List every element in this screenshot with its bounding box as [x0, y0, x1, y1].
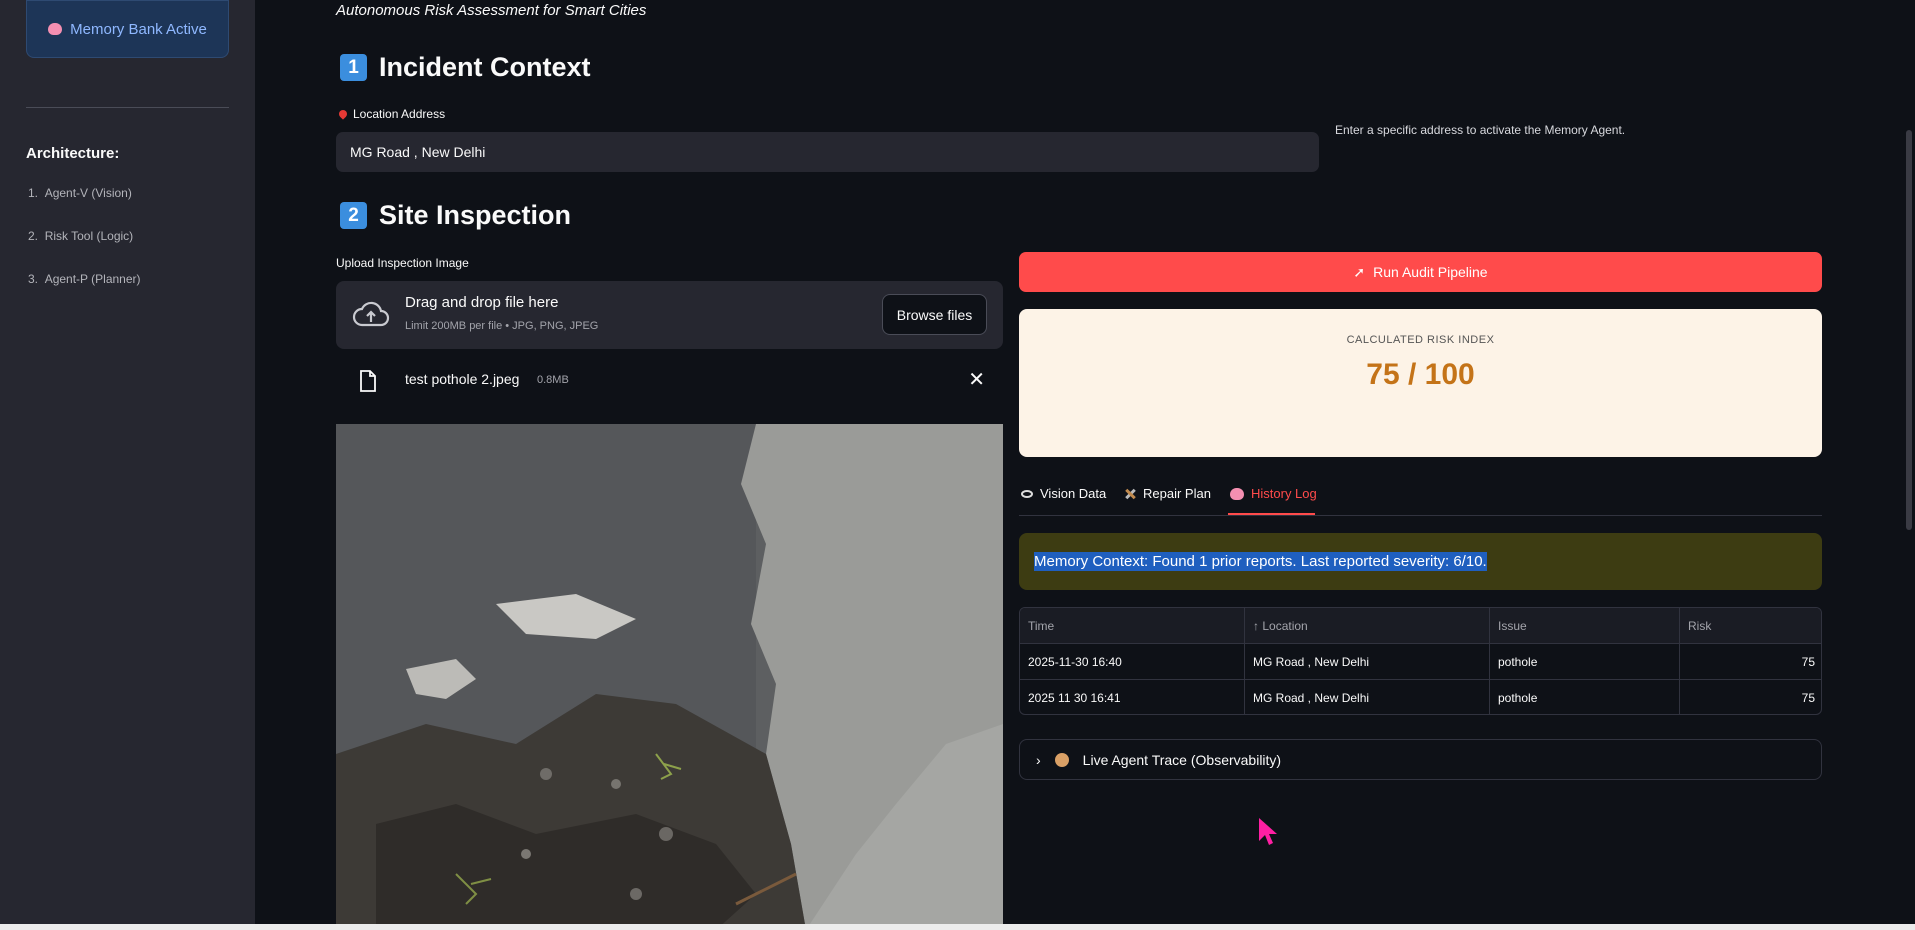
- tab-history-log[interactable]: History Log: [1230, 486, 1317, 501]
- memory-bank-badge: Memory Bank Active: [26, 0, 229, 58]
- table-header-row: Time ↑ Location Issue Risk: [1020, 608, 1821, 644]
- site-inspection-heading: 2 Site Inspection: [340, 200, 571, 231]
- mouse-cursor-icon: [1259, 818, 1277, 845]
- active-tab-indicator: [1228, 513, 1315, 515]
- live-agent-trace-label: Live Agent Trace (Observability): [1082, 751, 1282, 768]
- memory-bank-label: Memory Bank Active: [70, 20, 207, 38]
- table-cell: 2025-11-30 16:40: [1020, 644, 1245, 680]
- result-tabs: Vision Data Repair Plan History Log: [1019, 480, 1822, 516]
- location-label: Location Address: [337, 107, 445, 121]
- file-icon: [360, 370, 376, 392]
- location-help-text: Enter a specific address to activate the…: [1335, 123, 1626, 137]
- sidebar-divider: [26, 107, 229, 108]
- architecture-item: 2. Risk Tool (Logic): [28, 229, 134, 243]
- column-header-location[interactable]: ↑ Location: [1245, 608, 1490, 644]
- architecture-item: 3. Agent-P (Planner): [28, 272, 141, 286]
- table-row: 2025-11-30 16:40 MG Road , New Delhi pot…: [1020, 644, 1821, 680]
- pothole-inspection-image: [336, 424, 1003, 930]
- incident-context-title: Incident Context: [379, 52, 591, 82]
- memory-context-text: Memory Context: Found 1 prior reports. L…: [1034, 552, 1487, 571]
- brain-icon: [1230, 487, 1244, 500]
- column-header-time[interactable]: Time: [1020, 608, 1245, 644]
- sidebar: Memory Bank Active Architecture: 1. Agen…: [0, 0, 255, 930]
- eye-icon: [1021, 489, 1033, 498]
- risk-index-value: 75 / 100: [1366, 358, 1475, 391]
- uploaded-file-row: test pothole 2.jpeg 0.8MB ✕: [336, 363, 1003, 399]
- uploaded-file-name: test pothole 2.jpeg: [405, 371, 520, 387]
- tools-icon: [1124, 488, 1136, 500]
- site-inspection-title: Site Inspection: [379, 200, 572, 230]
- table-cell: 75: [1801, 691, 1815, 705]
- risk-index-card: CALCULATED RISK INDEX 75 / 100: [1019, 309, 1822, 457]
- table-cell: pothole: [1490, 644, 1680, 680]
- rocket-icon: ➚: [1353, 263, 1366, 280]
- tab-repair-plan[interactable]: Repair Plan: [1124, 486, 1211, 501]
- uploaded-file-size: 0.8MB: [537, 374, 569, 386]
- architecture-item: 1. Agent-V (Vision): [28, 186, 132, 200]
- upload-label: Upload Inspection Image: [336, 256, 469, 270]
- browse-files-button[interactable]: Browse files: [882, 294, 987, 335]
- table-cell: 75: [1801, 655, 1815, 669]
- table-cell: pothole: [1490, 680, 1680, 714]
- keycap-one-icon: 1: [340, 54, 367, 81]
- detective-icon: [1054, 752, 1069, 767]
- cloud-upload-icon: [352, 301, 390, 327]
- brain-icon: [48, 23, 63, 35]
- run-audit-pipeline-button[interactable]: ➚ Run Audit Pipeline: [1019, 252, 1822, 292]
- pin-icon: [337, 108, 349, 120]
- location-address-input[interactable]: [336, 132, 1319, 172]
- live-agent-trace-expander[interactable]: › Live Agent Trace (Observability): [1019, 739, 1822, 780]
- file-dropzone[interactable]: Drag and drop file here Limit 200MB per …: [336, 281, 1003, 349]
- dropzone-limit-text: Limit 200MB per file • JPG, PNG, JPEG: [405, 320, 599, 332]
- bottom-edge: [0, 924, 1915, 930]
- keycap-two-icon: 2: [340, 202, 367, 229]
- column-header-risk[interactable]: Risk: [1680, 608, 1821, 644]
- column-header-issue[interactable]: Issue: [1490, 608, 1680, 644]
- table-cell: 2025 11 30 16:41: [1020, 680, 1245, 714]
- memory-context-banner: Memory Context: Found 1 prior reports. L…: [1019, 533, 1822, 590]
- architecture-list: 1. Agent-V (Vision) 2. Risk Tool (Logic)…: [28, 186, 141, 315]
- table-cell: MG Road , New Delhi: [1245, 680, 1490, 714]
- scroll-thumb[interactable]: [1906, 130, 1912, 530]
- sort-arrow-icon: ↑: [1253, 619, 1259, 633]
- table-cell: MG Road , New Delhi: [1245, 644, 1490, 680]
- run-audit-label: Run Audit Pipeline: [1373, 264, 1488, 280]
- history-table[interactable]: Time ↑ Location Issue Risk 2025-11-30 16…: [1019, 607, 1822, 715]
- incident-context-heading: 1 Incident Context: [340, 52, 591, 83]
- dropzone-text: Drag and drop file here: [405, 294, 559, 311]
- tab-vision-data[interactable]: Vision Data: [1021, 486, 1106, 501]
- table-row: 2025 11 30 16:41 MG Road , New Delhi pot…: [1020, 680, 1821, 714]
- architecture-title: Architecture:: [26, 145, 120, 162]
- page-scrollbar[interactable]: [1903, 0, 1915, 930]
- chevron-right-icon: ›: [1036, 751, 1041, 768]
- page-subtitle: Autonomous Risk Assessment for Smart Cit…: [336, 2, 647, 19]
- remove-file-close-icon[interactable]: ✕: [968, 367, 985, 392]
- risk-index-label: CALCULATED RISK INDEX: [1346, 334, 1495, 346]
